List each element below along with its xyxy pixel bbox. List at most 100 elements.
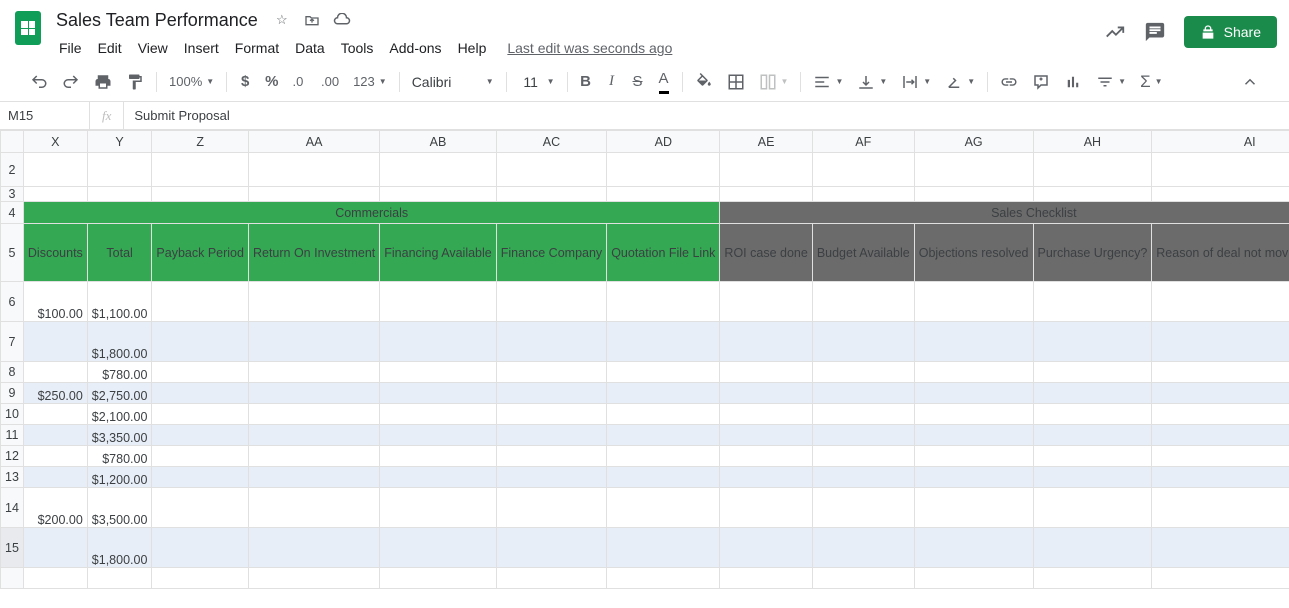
- decrease-decimal-icon[interactable]: .0: [287, 68, 313, 96]
- cell[interactable]: $1,200.00: [87, 467, 152, 488]
- cell[interactable]: $200.00: [23, 488, 87, 528]
- cell[interactable]: $3,350.00: [87, 425, 152, 446]
- text-color-icon[interactable]: A: [652, 68, 676, 96]
- font-dropdown[interactable]: Calibri▼: [406, 70, 500, 94]
- menu-addons[interactable]: Add-ons: [382, 36, 448, 60]
- functions-dropdown[interactable]: Σ▼: [1134, 68, 1168, 96]
- more-formats-dropdown[interactable]: 123▼: [347, 70, 393, 93]
- col-header[interactable]: AB: [380, 131, 496, 153]
- col-header[interactable]: AG: [914, 131, 1033, 153]
- col-reason[interactable]: Reason of deal not moving ahead: [1152, 224, 1289, 282]
- row-header[interactable]: 2: [1, 153, 24, 187]
- menu-insert[interactable]: Insert: [177, 36, 226, 60]
- comment-icon[interactable]: [1026, 68, 1056, 96]
- cell[interactable]: $2,750.00: [87, 383, 152, 404]
- link-icon[interactable]: [994, 68, 1024, 96]
- col-financing[interactable]: Financing Available: [380, 224, 496, 282]
- move-icon[interactable]: [302, 12, 322, 28]
- currency-icon[interactable]: $: [233, 68, 257, 96]
- document-title[interactable]: Sales Team Performance: [52, 8, 262, 33]
- col-total[interactable]: Total: [87, 224, 152, 282]
- comments-icon[interactable]: [1144, 21, 1166, 43]
- menu-tools[interactable]: Tools: [334, 36, 381, 60]
- strike-icon[interactable]: S: [626, 68, 650, 96]
- row-header[interactable]: 10: [1, 404, 24, 425]
- row-header[interactable]: 4: [1, 202, 24, 224]
- menu-edit[interactable]: Edit: [91, 36, 129, 60]
- row-header[interactable]: 11: [1, 425, 24, 446]
- cell[interactable]: $1,100.00: [87, 282, 152, 322]
- cell[interactable]: [23, 467, 87, 488]
- undo-icon[interactable]: [24, 68, 54, 96]
- row-header[interactable]: 12: [1, 446, 24, 467]
- col-header[interactable]: AH: [1033, 131, 1152, 153]
- row-header[interactable]: 5: [1, 224, 24, 282]
- row-header[interactable]: 8: [1, 362, 24, 383]
- cell[interactable]: $250.00: [23, 383, 87, 404]
- cell[interactable]: [23, 362, 87, 383]
- row-header[interactable]: 3: [1, 187, 24, 202]
- valign-dropdown[interactable]: ▼: [851, 69, 893, 95]
- sheets-logo[interactable]: [8, 8, 48, 48]
- formula-input[interactable]: Submit Proposal: [124, 102, 1289, 129]
- redo-icon[interactable]: [56, 68, 86, 96]
- row-header[interactable]: 6: [1, 282, 24, 322]
- cell[interactable]: $100.00: [23, 282, 87, 322]
- paint-format-icon[interactable]: [120, 68, 150, 96]
- row-header[interactable]: 9: [1, 383, 24, 404]
- section-header-checklist[interactable]: Sales Checklist: [720, 202, 1289, 224]
- spreadsheet-grid[interactable]: X Y Z AA AB AC AD AE AF AG AH AI 2 3 4 C…: [0, 130, 1289, 589]
- cloud-icon[interactable]: [332, 13, 352, 27]
- cell[interactable]: $1,800.00: [87, 528, 152, 568]
- increase-decimal-icon[interactable]: .00: [315, 68, 345, 96]
- filter-dropdown[interactable]: ▼: [1090, 69, 1132, 95]
- fill-color-icon[interactable]: [689, 68, 719, 96]
- section-header-commercials[interactable]: Commercials: [23, 202, 720, 224]
- cell[interactable]: [23, 425, 87, 446]
- print-icon[interactable]: [88, 68, 118, 96]
- borders-icon[interactable]: [721, 68, 751, 96]
- chart-icon[interactable]: [1058, 68, 1088, 96]
- menu-file[interactable]: File: [52, 36, 89, 60]
- menu-help[interactable]: Help: [451, 36, 494, 60]
- col-header[interactable]: AD: [607, 131, 720, 153]
- col-quote-link[interactable]: Quotation File Link: [607, 224, 720, 282]
- col-urgency[interactable]: Purchase Urgency?: [1033, 224, 1152, 282]
- col-roi[interactable]: Return On Investment: [248, 224, 379, 282]
- col-header[interactable]: Y: [87, 131, 152, 153]
- name-box[interactable]: M15: [0, 102, 90, 129]
- row-header[interactable]: 14: [1, 488, 24, 528]
- collapse-toolbar-icon[interactable]: [1235, 68, 1265, 96]
- select-all-corner[interactable]: [1, 131, 24, 153]
- menu-format[interactable]: Format: [228, 36, 286, 60]
- menu-data[interactable]: Data: [288, 36, 332, 60]
- font-size-dropdown[interactable]: 11▼: [513, 70, 561, 94]
- col-header[interactable]: AE: [720, 131, 812, 153]
- col-header[interactable]: X: [23, 131, 87, 153]
- col-budget[interactable]: Budget Available: [812, 224, 914, 282]
- row-header[interactable]: 7: [1, 322, 24, 362]
- merge-dropdown[interactable]: ▼: [753, 69, 795, 95]
- col-header[interactable]: AI: [1152, 131, 1289, 153]
- cell[interactable]: $780.00: [87, 362, 152, 383]
- wrap-dropdown[interactable]: ▼: [895, 69, 937, 95]
- col-objections[interactable]: Objections resolved: [914, 224, 1033, 282]
- col-payback[interactable]: Payback Period: [152, 224, 249, 282]
- cell[interactable]: [23, 404, 87, 425]
- italic-icon[interactable]: I: [600, 68, 624, 96]
- last-edit-link[interactable]: Last edit was seconds ago: [507, 40, 672, 56]
- cell[interactable]: $2,100.00: [87, 404, 152, 425]
- trend-icon[interactable]: [1104, 21, 1126, 43]
- cell[interactable]: $1,800.00: [87, 322, 152, 362]
- rotate-dropdown[interactable]: ▼: [939, 69, 981, 95]
- cell[interactable]: [23, 446, 87, 467]
- halign-dropdown[interactable]: ▼: [807, 69, 849, 95]
- col-finance-co[interactable]: Finance Company: [496, 224, 606, 282]
- cell[interactable]: $780.00: [87, 446, 152, 467]
- col-header[interactable]: Z: [152, 131, 249, 153]
- cell[interactable]: [23, 322, 87, 362]
- col-roi-done[interactable]: ROI case done: [720, 224, 812, 282]
- row-header[interactable]: 15: [1, 528, 24, 568]
- star-icon[interactable]: ☆: [272, 12, 292, 28]
- col-header[interactable]: AC: [496, 131, 606, 153]
